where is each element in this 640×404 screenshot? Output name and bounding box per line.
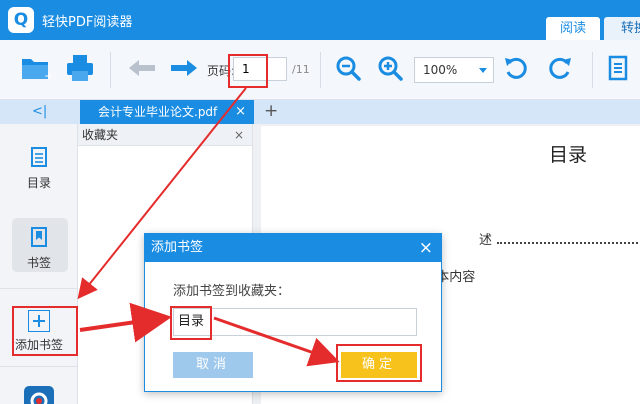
previous-page-button[interactable] xyxy=(124,50,160,86)
sidebar-divider xyxy=(0,366,78,367)
document-heading: 目录 xyxy=(549,144,588,166)
app-title: 轻快PDF阅读器 xyxy=(42,15,133,30)
sidebar-item-label: 书签 xyxy=(26,256,51,270)
sidebar: 目录 书签 添加书签 xyxy=(0,124,78,404)
toc-icon xyxy=(31,147,47,167)
document-tab-label: 会计专业毕业论文.pdf xyxy=(98,105,218,119)
tab-convert[interactable]: 转换 xyxy=(604,17,640,40)
next-page-button[interactable] xyxy=(166,50,202,86)
dialog-title-bar: 添加书签 × xyxy=(145,234,441,262)
toolbar-separator xyxy=(110,52,111,88)
document-text-line: 述 xyxy=(479,233,493,248)
bookmark-name-input[interactable]: 目录 xyxy=(173,308,417,336)
cancel-button[interactable]: 取消 xyxy=(173,352,253,378)
toc-leader-dots xyxy=(497,242,640,244)
document-icon xyxy=(608,55,628,81)
page-label: 页码: xyxy=(207,64,236,78)
rotate-left-icon xyxy=(505,57,527,79)
zoom-in-icon xyxy=(378,56,403,81)
page-total: /11 xyxy=(292,63,310,76)
sidebar-item-add-bookmark[interactable]: 添加书签 xyxy=(8,310,70,353)
toolbar-separator xyxy=(320,52,321,88)
dialog-title: 添加书签 xyxy=(151,240,204,255)
rotate-right-icon xyxy=(549,57,571,79)
collapse-sidebar-button[interactable]: <| xyxy=(32,104,47,119)
close-icon[interactable]: × xyxy=(419,234,433,262)
document-tab-bar: <| 会计专业毕业论文.pdf × + xyxy=(0,100,640,124)
sidebar-divider xyxy=(0,288,78,289)
title-bar: Q 轻快PDF阅读器 阅读 转换 xyxy=(0,0,640,40)
toolbar-separator xyxy=(592,52,593,88)
app-logo: Q xyxy=(8,7,34,33)
app-badge-icon xyxy=(24,386,54,404)
dialog-prompt: 添加书签到收藏夹： xyxy=(173,284,291,299)
sidebar-item-label: 添加书签 xyxy=(14,338,63,352)
sidebar-item-label: 目录 xyxy=(26,176,51,190)
tab-read[interactable]: 阅读 xyxy=(546,17,600,40)
favorites-header: 收藏夹 × xyxy=(78,124,252,146)
printer-icon xyxy=(67,55,93,81)
svg-text:+: + xyxy=(44,69,52,82)
document-tab[interactable]: 会计专业毕业论文.pdf × xyxy=(80,100,254,124)
page-number-input[interactable] xyxy=(233,57,287,81)
toolbar: + 页码: /11 xyxy=(0,40,640,100)
zoom-out-icon xyxy=(336,56,361,81)
rotate-right-button[interactable] xyxy=(542,50,578,86)
favorites-title: 收藏夹 xyxy=(82,128,119,142)
add-tab-button[interactable]: + xyxy=(264,101,278,121)
ok-button[interactable]: 确定 xyxy=(341,352,417,378)
sidebar-item-bookmark[interactable]: 书签 xyxy=(8,226,70,271)
open-folder-button[interactable]: + xyxy=(18,50,54,86)
document-info-button[interactable] xyxy=(600,50,636,86)
arrow-left-icon xyxy=(129,60,155,76)
sidebar-item-toc[interactable]: 目录 xyxy=(8,146,70,191)
bookmark-icon xyxy=(31,227,47,247)
close-icon[interactable]: × xyxy=(235,100,246,124)
rotate-left-button[interactable] xyxy=(498,50,534,86)
zoom-out-button[interactable] xyxy=(330,50,366,86)
plus-icon xyxy=(33,315,45,327)
zoom-value: 100% xyxy=(423,63,458,77)
close-icon[interactable]: × xyxy=(234,124,244,146)
print-button[interactable] xyxy=(62,50,98,86)
folder-icon: + xyxy=(22,59,52,82)
zoom-in-button[interactable] xyxy=(372,50,408,86)
chevron-down-icon xyxy=(479,68,487,73)
add-bookmark-dialog: 添加书签 × 添加书签到收藏夹： 目录 取消 确定 xyxy=(144,233,442,392)
arrow-right-icon xyxy=(171,60,197,76)
zoom-select[interactable]: 100% xyxy=(414,57,494,83)
sidebar-extra-button[interactable] xyxy=(24,386,54,404)
